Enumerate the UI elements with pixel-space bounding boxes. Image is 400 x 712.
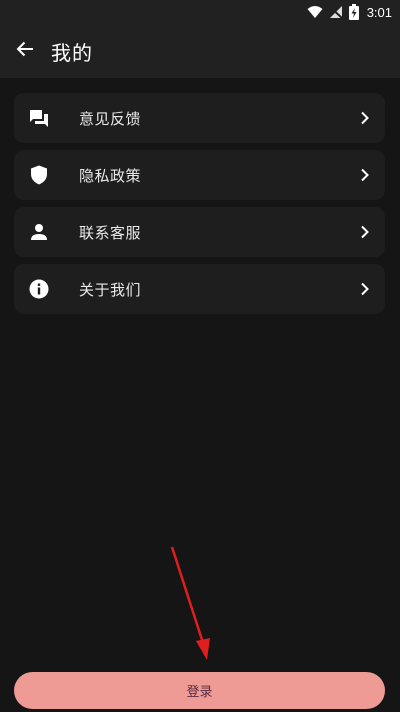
app-bar: 我的 <box>0 24 400 78</box>
chevron-right-icon <box>345 168 385 182</box>
menu-item-feedback[interactable]: 意见反馈 <box>14 93 385 143</box>
chevron-right-icon <box>345 282 385 296</box>
login-button[interactable]: 登录 <box>14 672 385 709</box>
menu-item-about-us[interactable]: 关于我们 <box>14 264 385 314</box>
battery-charging-icon <box>348 4 359 20</box>
back-button[interactable] <box>0 24 50 78</box>
status-time: 3:01 <box>366 4 392 20</box>
person-icon <box>14 223 64 241</box>
chevron-right-icon <box>345 111 385 125</box>
menu-item-privacy[interactable]: 隐私政策 <box>14 150 385 200</box>
menu-item-label: 意见反馈 <box>79 109 142 128</box>
info-icon <box>14 279 64 299</box>
menu-list: 意见反馈 隐私政策 联系客服 关于我们 <box>14 93 385 321</box>
chevron-right-icon <box>345 225 385 239</box>
shield-icon <box>14 165 64 185</box>
menu-item-customer-service[interactable]: 联系客服 <box>14 207 385 257</box>
menu-item-label: 联系客服 <box>79 223 142 242</box>
no-signal-icon <box>329 5 343 19</box>
menu-item-label: 关于我们 <box>79 280 142 299</box>
page-title: 我的 <box>51 40 93 65</box>
menu-item-label: 隐私政策 <box>79 166 142 185</box>
status-bar: 3:01 <box>0 0 400 24</box>
arrow-left-icon <box>16 40 34 62</box>
chat-feedback-icon <box>14 108 64 128</box>
screen: 3:01 我的 意见反馈 隐私政策 联系客服 关于我们 登录 <box>0 0 400 712</box>
wifi-icon <box>307 5 323 19</box>
